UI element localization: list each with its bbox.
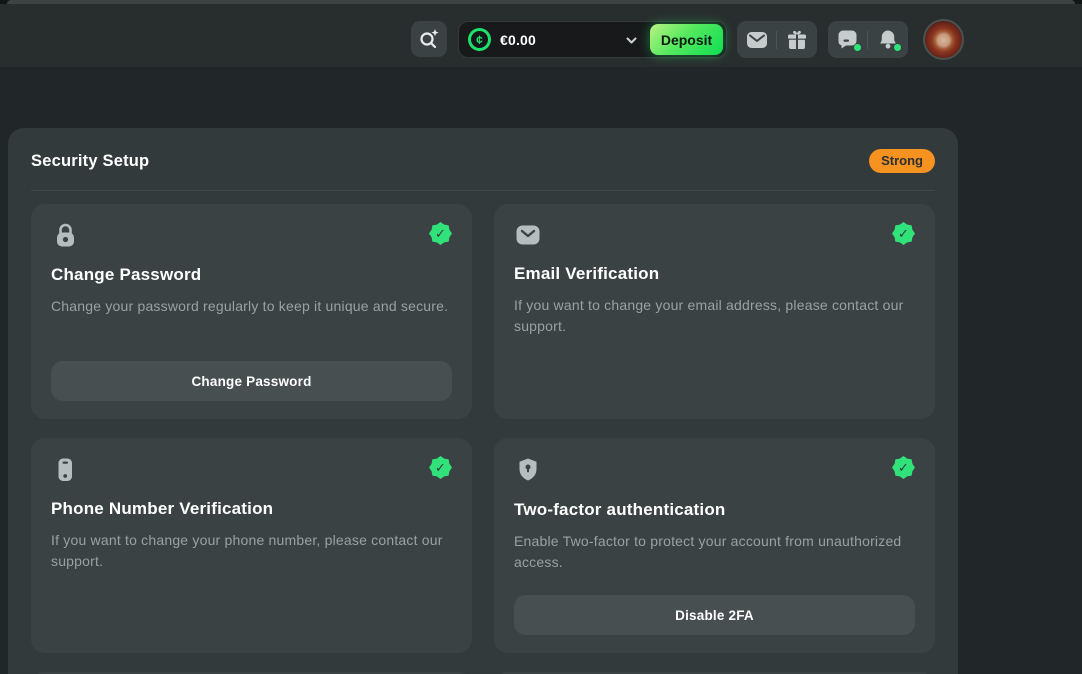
avatar[interactable]	[923, 19, 964, 60]
deposit-button[interactable]: Deposit	[650, 24, 723, 55]
card-title: Change Password	[51, 265, 452, 285]
panel-header: Security Setup Strong	[8, 128, 958, 190]
strength-badge: Strong	[869, 149, 935, 173]
card-email-verification: ✓ Email Verification If you want to chan…	[494, 204, 935, 419]
page-title: Security Setup	[31, 152, 149, 171]
mail-icon	[746, 31, 768, 49]
card-top: ✓	[51, 222, 452, 249]
navbar: ¢ €0.00 Deposit	[0, 4, 1082, 67]
card-top: ✓	[514, 222, 915, 248]
lock-icon	[51, 222, 80, 249]
disable-2fa-button[interactable]: Disable 2FA	[514, 595, 915, 635]
verified-badge: ✓	[892, 222, 915, 245]
chat-notification-dot	[854, 44, 861, 51]
notifications-button[interactable]	[868, 21, 907, 58]
check-icon: ✓	[898, 460, 909, 476]
coin-icon: ¢	[468, 28, 491, 51]
change-password-button[interactable]: Change Password	[51, 361, 452, 401]
card-description: If you want to change your email address…	[514, 295, 915, 337]
card-change-password: ✓ Change Password Change your password r…	[31, 204, 472, 419]
card-two-factor: ✓ Two-factor authentication Enable Two-f…	[494, 438, 935, 653]
security-cards-grid: ✓ Change Password Change your password r…	[8, 191, 958, 674]
verified-badge: ✓	[892, 456, 915, 479]
search-button[interactable]	[411, 21, 447, 57]
check-icon: ✓	[435, 226, 446, 242]
card-description: If you want to change your phone number,…	[51, 530, 452, 572]
balance-selector[interactable]: ¢ €0.00 Deposit	[458, 21, 727, 58]
verified-badge: ✓	[429, 456, 452, 479]
balance-amount: €0.00	[500, 32, 536, 48]
phone-icon	[51, 456, 79, 483]
card-description: Enable Two-factor to protect your accoun…	[514, 531, 915, 573]
shield-keyhole-icon	[514, 456, 542, 484]
mail-gift-group	[737, 21, 817, 58]
chat-bell-group	[828, 21, 908, 58]
security-panel: Security Setup Strong ✓ Change Password …	[8, 128, 958, 674]
card-title: Email Verification	[514, 264, 915, 284]
card-top: ✓	[514, 456, 915, 484]
card-phone-verification: ✓ Phone Number Verification If you want …	[31, 438, 472, 653]
mail-button[interactable]	[737, 21, 776, 58]
gift-button[interactable]	[777, 21, 816, 58]
chevron-down-icon	[625, 34, 638, 47]
card-top: ✓	[51, 456, 452, 483]
card-description: Change your password regularly to keep i…	[51, 296, 452, 317]
check-icon: ✓	[435, 460, 446, 476]
card-title: Two-factor authentication	[514, 500, 915, 520]
card-title: Phone Number Verification	[51, 499, 452, 519]
mail-icon	[514, 222, 542, 248]
search-icon	[417, 27, 441, 51]
gift-icon	[787, 29, 807, 50]
verified-badge: ✓	[429, 222, 452, 245]
chat-button[interactable]	[828, 21, 867, 58]
check-icon: ✓	[898, 226, 909, 242]
bell-notification-dot	[894, 44, 901, 51]
